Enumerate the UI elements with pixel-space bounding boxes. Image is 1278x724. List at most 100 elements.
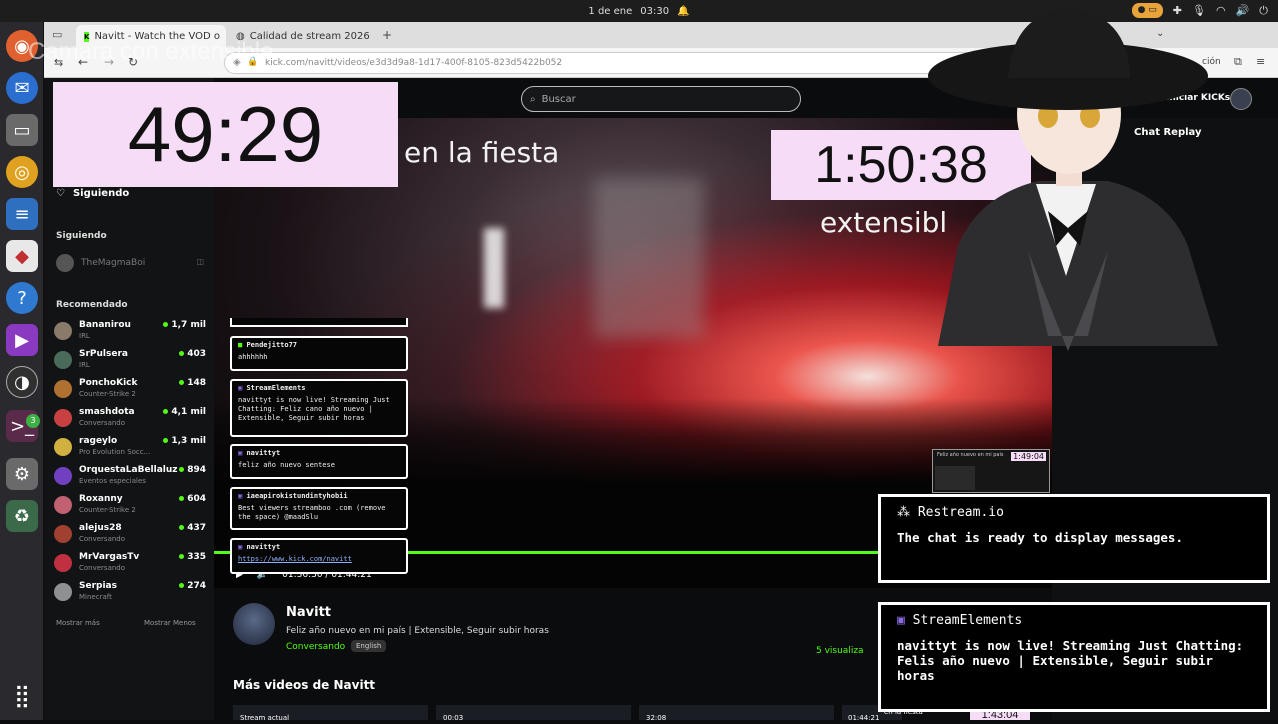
recommended-item[interactable]: rageylo Pro Evolution Socc... 1,3 mil xyxy=(54,436,206,464)
obs-icon[interactable]: ◑ xyxy=(6,366,38,398)
restream-chat-box: ⁂ Restream.io The chat is ready to displ… xyxy=(878,494,1270,583)
following-heading: Siguiendo xyxy=(56,231,107,241)
settings-icon[interactable]: ⚙ xyxy=(6,458,38,490)
channel-category: Minecraft xyxy=(79,593,112,601)
thumbnail-label: 32:08 xyxy=(646,714,667,722)
overlay-chat-box-partial xyxy=(230,318,408,327)
channel-name: rageylo xyxy=(79,436,118,446)
category-link[interactable]: Conversando xyxy=(286,642,345,652)
channel-name: Roxanny xyxy=(79,494,123,504)
viewer-number: 4,1 mil xyxy=(171,407,206,417)
files-icon[interactable]: ▭ xyxy=(6,114,38,146)
search-input[interactable]: ⌕ Buscar xyxy=(521,86,801,112)
live-dot-icon xyxy=(179,554,185,559)
power-icon[interactable]: ⏻ xyxy=(1259,4,1268,18)
viewer-number: 1,7 mil xyxy=(171,320,206,330)
notification-badge: 3 xyxy=(26,414,40,428)
countdown-timer-left: 49:29 xyxy=(53,82,398,187)
new-tab-icon[interactable]: + xyxy=(382,28,392,42)
recommended-item[interactable]: smashdota Conversando 4,1 mil xyxy=(54,407,206,435)
channel-name: Bananirou xyxy=(79,320,131,330)
avatar xyxy=(54,554,72,572)
channel-name: smashdota xyxy=(79,407,135,417)
channel-category: Counter-Strike 2 xyxy=(79,390,136,398)
avatar xyxy=(54,496,72,514)
system-clock[interactable]: 1 de ene 03:30 🔔 xyxy=(588,6,689,17)
thunderbird-icon[interactable]: ✉ xyxy=(6,72,38,104)
viewer-count: 148 xyxy=(179,378,206,388)
twitch-icon: ▣ xyxy=(238,449,243,457)
live-dot-icon xyxy=(163,409,169,414)
trash-icon[interactable]: ♻ xyxy=(6,500,38,532)
viewer-count: 1,3 mil xyxy=(163,436,206,446)
mini-preview: Feliz año nuevo en mi país 1:49:04 xyxy=(932,449,1050,493)
live-dot-icon xyxy=(179,496,185,501)
recommended-item[interactable]: alejus28 Conversando 437 xyxy=(54,523,206,551)
more-videos-heading: Más videos de Navitt xyxy=(233,678,376,692)
view-count: 5 visualiza xyxy=(816,646,864,656)
software-center-icon[interactable]: ◆ xyxy=(6,240,38,272)
help-icon[interactable]: ? xyxy=(6,282,38,314)
video-thumbnail[interactable]: Stream actual xyxy=(233,705,428,722)
mini-timer: 1:49:04 xyxy=(1011,452,1046,461)
chat-user: ▣ iaeapirokistundintyhobii xyxy=(238,492,400,501)
show-more-button[interactable]: Mostrar más xyxy=(56,619,100,627)
recommended-item[interactable]: Roxanny Counter-Strike 2 604 xyxy=(54,494,206,522)
clock-time: 03:30 xyxy=(640,5,670,17)
recommended-item[interactable]: MrVargasTv Conversando 335 xyxy=(54,552,206,580)
rhythmbox-icon[interactable]: ◎ xyxy=(6,156,38,188)
chat-user: ▣ navittyt xyxy=(238,449,400,458)
channel-name: TheMagmaBoi xyxy=(81,258,146,268)
thumbnail-label: 00:03 xyxy=(443,714,464,722)
writer-icon[interactable]: ≡ xyxy=(6,198,38,230)
channel-avatar[interactable] xyxy=(233,603,275,645)
streamelements-header: ▣ StreamElements xyxy=(897,613,1251,628)
video-light xyxy=(484,228,504,308)
video-screen xyxy=(594,178,704,338)
live-dot-icon xyxy=(179,380,185,385)
chat-user: ■ Pendejitto77 xyxy=(238,341,400,350)
extensions-icon[interactable]: ⧉ xyxy=(1234,55,1242,69)
live-dot-icon xyxy=(179,583,185,588)
viewer-count: 274 xyxy=(179,581,206,591)
video-thumbnail[interactable]: 32:08 xyxy=(639,705,834,722)
recommended-item[interactable]: Serpias Minecraft 274 xyxy=(54,581,206,609)
channel-category: Conversando xyxy=(79,535,126,543)
avatar xyxy=(54,351,72,369)
following-link[interactable]: ♡ Siguiendo xyxy=(56,188,129,199)
language-tag[interactable]: English xyxy=(351,640,387,652)
vtuber-avatar xyxy=(928,10,1218,351)
menu-icon[interactable]: ≡ xyxy=(1256,55,1265,68)
viewer-count: 437 xyxy=(179,523,206,533)
recommended-item[interactable]: PonchoKick Counter-Strike 2 148 xyxy=(54,378,206,406)
viewer-number: 894 xyxy=(187,465,206,475)
show-less-button[interactable]: Mostrar Menos xyxy=(144,619,196,627)
following-item[interactable]: TheMagmaBoi ◫ xyxy=(56,254,206,274)
viewer-count: 604 xyxy=(179,494,206,504)
channel-name[interactable]: Navitt xyxy=(286,605,331,620)
chat-user: ▣ navittyt xyxy=(238,543,400,552)
avatar xyxy=(54,467,72,485)
recommended-heading: Recomendado xyxy=(56,300,128,310)
restream-title: Restream.io xyxy=(917,505,1004,520)
viewer-number: 335 xyxy=(187,552,206,562)
channel-name: SrPulsera xyxy=(79,349,128,359)
video-thumbnail[interactable]: 00:03 xyxy=(436,705,631,722)
recommended-item[interactable]: Bananirou IRL 1,7 mil xyxy=(54,320,206,348)
avatar xyxy=(54,409,72,427)
recommended-item[interactable]: OrquestaLaBellaluz Eventos especiales 894 xyxy=(54,465,206,493)
overlay-chat-message: ▣ iaeapirokistundintyhobii Best viewers … xyxy=(230,487,408,530)
show-apps-icon[interactable]: ⣿ xyxy=(6,680,38,712)
media-player-icon[interactable]: ▶ xyxy=(6,324,38,356)
viewer-count: 335 xyxy=(179,552,206,562)
kick-icon: ■ xyxy=(238,341,243,349)
viewer-number: 437 xyxy=(187,523,206,533)
recommended-item[interactable]: SrPulsera IRL 403 xyxy=(54,349,206,377)
search-icon: ⌕ xyxy=(530,93,536,105)
channel-name: MrVargasTv xyxy=(79,552,140,562)
volume-icon[interactable]: 🔊 xyxy=(1236,4,1250,17)
avatar-hat-crown xyxy=(1008,10,1130,78)
avatar[interactable] xyxy=(1230,88,1252,110)
thumbnail-label: 01:44:21 xyxy=(848,714,880,722)
chat-text: navittyt is now live! Streaming Just Cha… xyxy=(238,396,390,422)
